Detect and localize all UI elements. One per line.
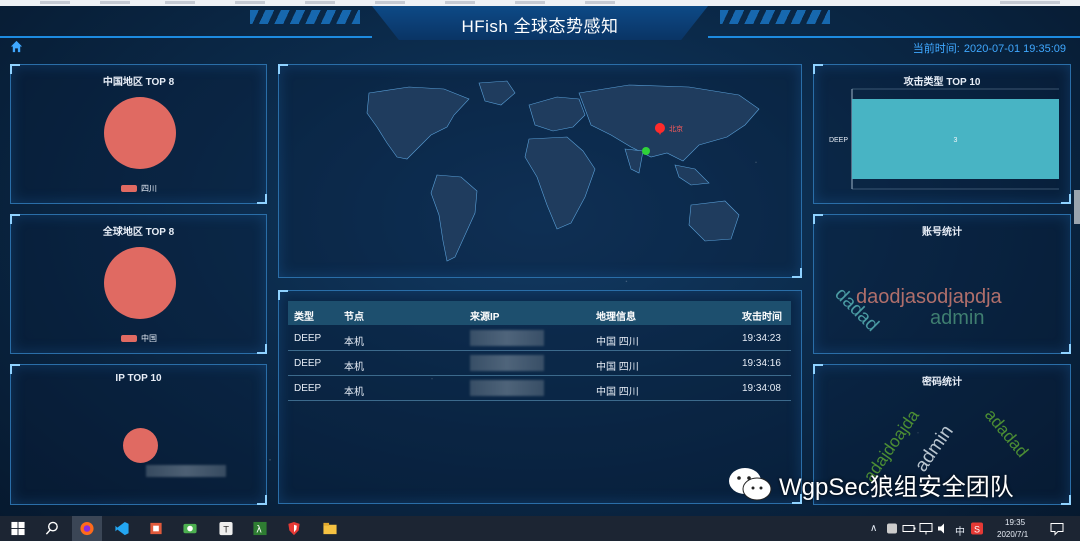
svg-text:T: T: [223, 524, 229, 534]
attack-type-panel: 攻击类型 TOP 10 DEEP 3: [813, 64, 1071, 204]
global-region-legend[interactable]: 中国: [121, 333, 157, 344]
svg-text:λ: λ: [256, 524, 262, 535]
attack-type-chart: DEEP 3: [829, 88, 1059, 190]
bar-value-label: 3: [954, 137, 958, 144]
scrollbar-handle[interactable]: [1074, 190, 1080, 224]
sogou-input-icon[interactable]: S: [970, 521, 984, 536]
tray-chevron-icon[interactable]: ∧: [870, 523, 877, 534]
notification-icon[interactable]: [1050, 521, 1064, 536]
lambda-app-icon[interactable]: λ: [252, 521, 268, 536]
ime-indicator[interactable]: 中: [955, 523, 965, 538]
network-icon[interactable]: [919, 521, 933, 536]
legend-label: 中国: [141, 334, 157, 343]
header-line-left: [0, 36, 372, 38]
blurred-ip-label: [146, 465, 226, 477]
windows-taskbar: T λ ∧ 中 S 19:35 2020/7/1: [0, 516, 1080, 541]
cell-type: DEEP: [294, 383, 322, 394]
security-shield-icon[interactable]: [286, 521, 302, 536]
china-region-legend[interactable]: 四川: [121, 183, 157, 194]
home-icon[interactable]: [10, 40, 23, 53]
taskbar-time[interactable]: 19:35: [1005, 518, 1025, 527]
word-cloud-word: daodjasodjapdja: [856, 286, 1003, 308]
ip-top-title: IP TOP 10: [115, 373, 162, 384]
word-cloud-word: adadad: [981, 405, 1032, 461]
global-region-panel: 全球地区 TOP 8 中国: [10, 214, 267, 354]
table-row[interactable]: DEEP 本机 中国 四川 19:34:23: [288, 326, 791, 351]
app-icon[interactable]: [148, 521, 164, 536]
china-region-panel: 中国地区 TOP 8 四川: [10, 64, 267, 204]
volume-icon[interactable]: [936, 521, 950, 536]
cell-node: 本机: [344, 362, 364, 373]
global-region-title: 全球地区 TOP 8: [102, 227, 175, 238]
world-map: 北京: [366, 80, 760, 262]
time-label: 当前时间:: [912, 43, 960, 55]
file-explorer-icon[interactable]: [322, 521, 338, 536]
china-region-pie: [104, 97, 176, 169]
account-stats-panel: 账号统计 daodjasodjapdja dadad admin: [813, 214, 1071, 354]
word-cloud-word: admin: [930, 307, 984, 329]
search-icon[interactable]: [44, 521, 60, 536]
wechat-logo-icon: [729, 468, 772, 501]
svg-text:S: S: [974, 525, 980, 535]
header-stripes-right: [720, 10, 830, 24]
cell-time: 19:34:16: [742, 358, 781, 369]
col-time: 攻击时间: [742, 312, 782, 323]
windows-start-icon[interactable]: [10, 521, 26, 536]
legend-swatch: [121, 335, 137, 342]
cell-node: 本机: [344, 337, 364, 348]
cell-geo: 中国 四川: [596, 362, 639, 373]
china-region-title: 中国地区 TOP 8: [102, 77, 175, 88]
global-region-pie: [104, 247, 176, 319]
legend-swatch: [121, 185, 137, 192]
cell-time: 19:34:08: [742, 383, 781, 394]
cell-source-ip-redacted: [470, 355, 544, 371]
firefox-icon[interactable]: [79, 521, 95, 536]
typora-icon[interactable]: T: [218, 521, 234, 536]
cell-type: DEEP: [294, 358, 322, 369]
cell-node: 本机: [344, 387, 364, 398]
attack-source-dot[interactable]: [642, 147, 650, 155]
screenshot-app-icon[interactable]: [182, 521, 198, 536]
header-line-right: [708, 36, 1080, 38]
battery-icon[interactable]: [902, 521, 916, 536]
col-source-ip: 来源IP: [470, 312, 500, 323]
attack-log-panel: 类型 节点 来源IP 地理信息 攻击时间 DEEP 本机 中国 四川 19:34…: [278, 290, 802, 504]
table-row[interactable]: DEEP 本机 中国 四川 19:34:08: [288, 376, 791, 401]
category-tick-label: DEEP: [829, 137, 848, 144]
wechat-watermark: WgpSec狼组安全团队: [727, 466, 1014, 502]
taskbar-date[interactable]: 2020/7/1: [997, 530, 1028, 539]
table-header: 类型 节点 来源IP 地理信息 攻击时间: [288, 301, 791, 325]
current-time: 当前时间: 2020-07-01 19:35:09: [909, 40, 1066, 56]
watermark-text: WgpSec狼组安全团队: [779, 473, 1014, 501]
world-map-panel: 北京: [278, 64, 802, 278]
cell-type: DEEP: [294, 333, 322, 344]
cell-source-ip-redacted: [470, 380, 544, 396]
col-geo: 地理信息: [596, 312, 636, 323]
legend-label: 四川: [141, 184, 157, 193]
col-type: 类型: [294, 312, 314, 323]
marker-label: 北京: [669, 124, 683, 133]
cell-time: 19:34:23: [742, 333, 781, 344]
cell-source-ip-redacted: [470, 330, 544, 346]
account-word-cloud: daodjasodjapdja dadad admin: [830, 284, 1003, 336]
cell-geo: 中国 四川: [596, 337, 639, 348]
ip-top-pie: [123, 428, 158, 463]
ip-top-panel: IP TOP 10: [10, 364, 267, 505]
header-stripes-left: [250, 10, 360, 24]
vscode-icon[interactable]: [114, 521, 130, 536]
tray-app-icon[interactable]: [885, 521, 899, 536]
cell-geo: 中国 四川: [596, 387, 639, 398]
page-title: HFish 全球态势感知: [461, 17, 619, 36]
table-row[interactable]: DEEP 本机 中国 四川 19:34:16: [288, 351, 791, 376]
col-node: 节点: [344, 312, 364, 323]
time-value: 2020-07-01 19:35:09: [963, 43, 1066, 55]
